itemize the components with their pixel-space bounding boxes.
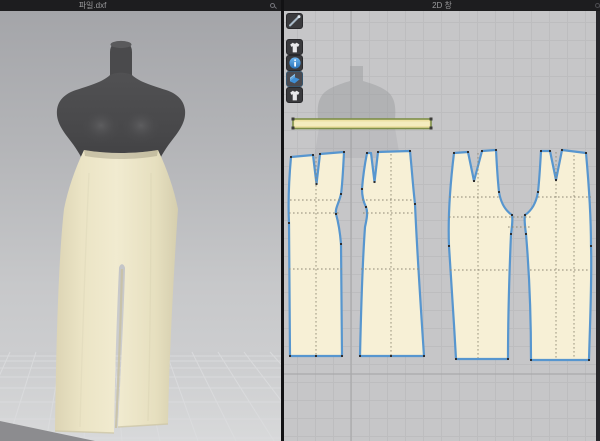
viewport-2d[interactable]: [284, 11, 600, 441]
show-garment-button-2[interactable]: [286, 87, 303, 103]
fabric-swatch-icon: [287, 72, 302, 86]
panel-3d: 파일.dxf: [0, 0, 281, 441]
viewport-3d[interactable]: [0, 11, 281, 441]
needle-tool-button[interactable]: [286, 13, 303, 29]
detach-window-icon[interactable]: [270, 3, 275, 8]
tshirt-icon: [287, 89, 302, 102]
info-icon: [288, 56, 302, 70]
2d-toolbar: [286, 13, 303, 103]
pattern-piece-back-right[interactable]: [525, 150, 592, 360]
pattern-info-button[interactable]: [286, 55, 303, 71]
pattern-piece-waistband[interactable]: [292, 118, 433, 130]
show-garment-button[interactable]: [286, 39, 303, 55]
avatar-silhouette-2d: [314, 66, 400, 158]
pattern-piece-front-right[interactable]: [360, 151, 424, 356]
tshirt-icon: [287, 41, 302, 54]
titlebar-3d: 파일.dxf: [0, 0, 281, 11]
panel-3d-title: 파일.dxf: [79, 0, 107, 11]
titlebar-2d: 2D 창: [284, 0, 600, 11]
panel-2d-title: 2D 창: [432, 0, 452, 11]
fabric-view-button[interactable]: [286, 71, 303, 87]
pattern-piece-back-left[interactable]: [449, 150, 513, 359]
needle-icon: [287, 14, 302, 28]
panel-2d: 2D 창: [284, 0, 600, 441]
detach-window-icon[interactable]: [595, 3, 600, 8]
garment-design-workspace: 파일.dxf: [0, 0, 600, 441]
